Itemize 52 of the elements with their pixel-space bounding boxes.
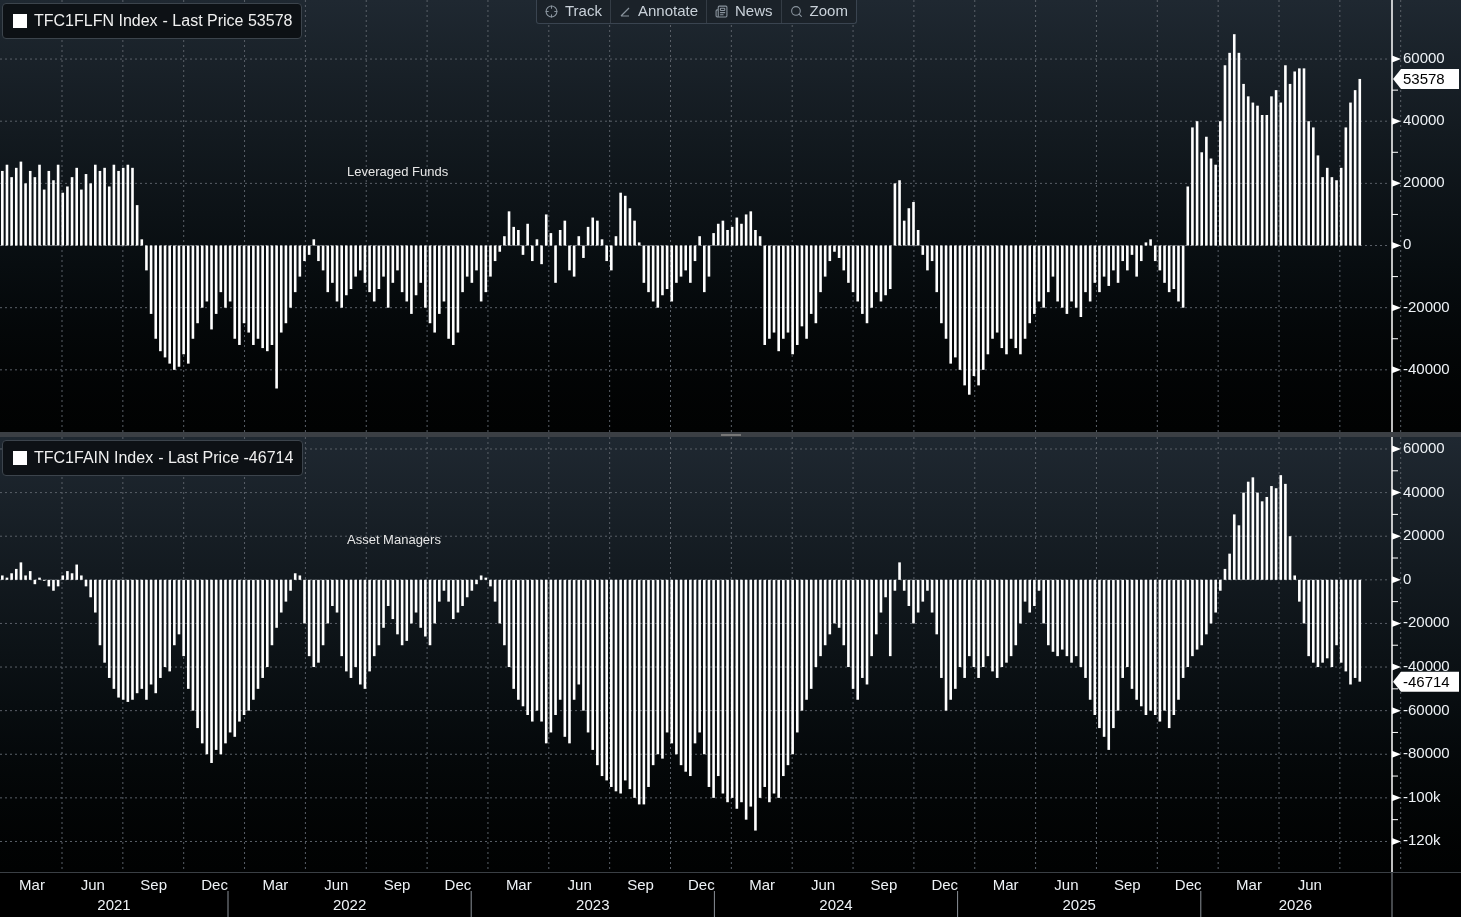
axis-tick-label: 20000	[1403, 173, 1445, 191]
axis-tick-label: 0	[1403, 569, 1412, 587]
month-label: Mar	[992, 875, 1019, 893]
month-label: Mar	[262, 875, 289, 893]
axis-tick-label: 0	[1403, 235, 1412, 253]
month-label: Dec	[201, 875, 228, 893]
axis-tick-label: -60000	[1403, 700, 1450, 718]
axis-tick-label: -120k	[1403, 831, 1441, 849]
year-label: 2021	[97, 895, 131, 913]
axis-tick-label: -100k	[1403, 787, 1441, 805]
month-label: Jun	[567, 875, 592, 893]
axis-tick-label: -80000	[1403, 744, 1450, 762]
month-label: Dec	[1174, 875, 1202, 893]
last-price-tag: -46714	[1393, 671, 1459, 692]
last-price-tag: 53578	[1393, 68, 1459, 89]
month-label: Sep	[1113, 875, 1141, 893]
month-label: Mar	[19, 875, 45, 893]
last-price-label: - Last Price -46714	[158, 448, 294, 468]
month-label: Jun	[1054, 875, 1079, 893]
series-name: TFC1FLFN Index	[34, 11, 158, 31]
axis-tick-label: -40000	[1403, 657, 1450, 674]
month-label: Mar	[505, 875, 532, 893]
year-label: 2023	[576, 895, 610, 913]
month-label: Dec	[688, 875, 715, 893]
year-label: 2022	[332, 895, 367, 913]
month-label: Sep	[870, 875, 898, 893]
month-label: Jun	[80, 875, 105, 893]
series-annotation: Asset Managers	[347, 531, 441, 547]
axis-tick-label: -40000	[1403, 359, 1450, 377]
axis-tick-label: 20000	[1403, 526, 1445, 544]
year-label: 2025	[1062, 895, 1096, 913]
month-label: Dec	[444, 875, 472, 893]
month-label: Jun	[810, 875, 836, 893]
axis-tick-label: -20000	[1403, 297, 1450, 315]
axis-tick-label: 40000	[1403, 111, 1445, 129]
last-price-label: - Last Price 53578	[162, 11, 293, 31]
year-label: 2024	[819, 895, 853, 913]
axis-tick-label: -20000	[1403, 613, 1450, 631]
year-label: 2026	[1278, 895, 1313, 913]
series-annotation: Leveraged Funds	[347, 164, 449, 180]
month-label: Sep	[627, 875, 654, 893]
month-label: Sep	[140, 875, 168, 893]
month-label: Dec	[931, 875, 959, 893]
month-label: Mar	[1236, 875, 1262, 893]
axis-tick-label: 60000	[1403, 49, 1445, 66]
series-name: TFC1FAIN Index	[34, 448, 154, 468]
axis-tick-label: 60000	[1403, 438, 1445, 456]
month-label: Jun	[1297, 875, 1322, 893]
month-label: Jun	[324, 875, 349, 893]
month-label: Sep	[383, 875, 411, 893]
axis-tick-label: 40000	[1403, 482, 1445, 500]
month-label: Mar	[749, 875, 776, 893]
